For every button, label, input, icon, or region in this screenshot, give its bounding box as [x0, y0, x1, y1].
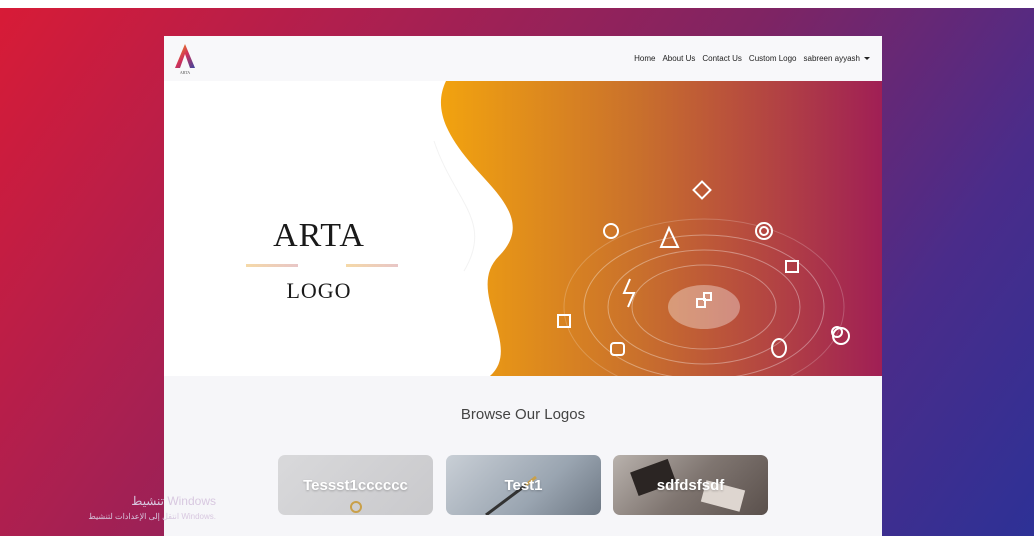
watermark-title: تنشيط Windows: [131, 494, 216, 508]
arta-logo-icon[interactable]: ARTA: [173, 42, 197, 76]
browser-page: ARTA Home About Us Contact Us Custom Log…: [164, 36, 882, 536]
user-menu-dropdown[interactable]: sabreen ayyash: [804, 54, 870, 63]
navbar: ARTA Home About Us Contact Us Custom Log…: [164, 36, 882, 81]
decorative-line-left: [246, 264, 298, 267]
logo-cards: Tessst1cccccc Test1 sdfdsfsdf: [278, 455, 768, 536]
watermark-subtitle: انتقل إلى الإعدادات لتنشيط Windows.: [88, 512, 216, 521]
brand-text: ARTA: [180, 70, 190, 75]
logo-card-title: sdfdsfsdf: [656, 476, 725, 494]
hero-subtitle: LOGO: [286, 278, 352, 303]
nav-home-link[interactable]: Home: [634, 54, 655, 63]
chevron-down-icon: [864, 57, 870, 61]
logo-card[interactable]: Test1: [446, 455, 601, 515]
logo-card-title: Tessst1cccccc: [303, 476, 408, 494]
user-name: sabreen ayyash: [803, 54, 860, 63]
ring-image-icon: [350, 501, 362, 513]
browse-heading: Browse Our Logos: [460, 406, 586, 423]
logo-card-title: Test1: [504, 476, 543, 494]
nav-custom-logo-link[interactable]: Custom Logo: [749, 54, 797, 63]
logo-card[interactable]: sdfdsfsdf: [613, 455, 768, 515]
logo-card[interactable]: Tessst1cccccc: [278, 455, 433, 515]
decorative-line-right: [346, 264, 398, 267]
nav-links: Home About Us Contact Us Custom Logo sab…: [627, 36, 870, 81]
nav-about-link[interactable]: About Us: [662, 54, 695, 63]
hero-banner: ARTA LOGO: [164, 81, 882, 376]
nav-contact-link[interactable]: Contact Us: [702, 54, 742, 63]
hero-title: ARTA: [273, 217, 365, 254]
windows-activation-watermark: تنشيط Windows انتقل إلى الإعدادات لتنشيط…: [60, 494, 216, 521]
top-strip: [0, 0, 1034, 8]
